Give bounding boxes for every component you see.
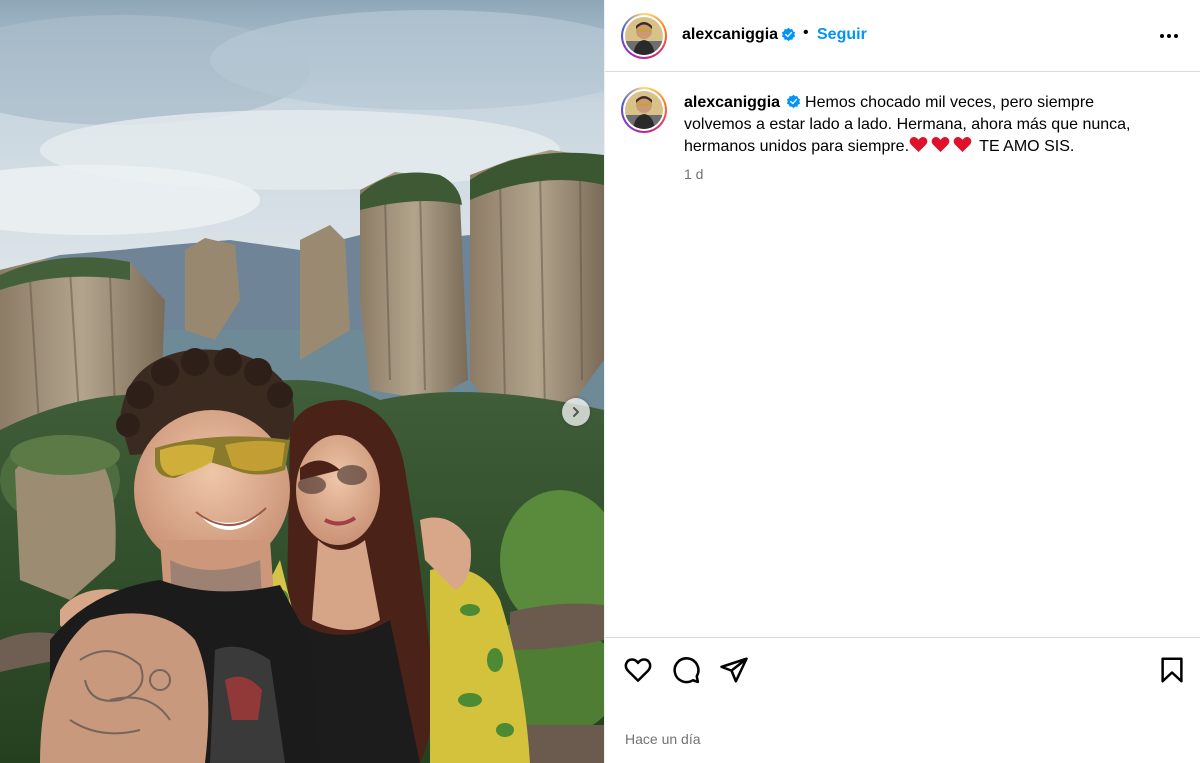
caption-suffix: TE AMO SIS. [979, 138, 1075, 155]
post-header: alexcaniggia • Seguir [605, 0, 1200, 72]
red-heart-emoji-icon [909, 137, 928, 153]
post-image [0, 0, 604, 763]
next-photo-button[interactable] [562, 398, 590, 426]
more-options-icon[interactable] [1157, 24, 1181, 48]
post-author-username[interactable]: alexcaniggia [682, 26, 778, 44]
post-side-panel: alexcaniggia • Seguir alexcaniggia Hemos… [604, 0, 1200, 763]
post-photo[interactable] [0, 0, 604, 763]
caption-avatar[interactable] [621, 87, 667, 133]
chevron-right-icon [573, 407, 579, 417]
caption-timestamp[interactable]: 1 d [684, 166, 703, 182]
follow-button[interactable]: Seguir [817, 26, 867, 44]
red-heart-emoji-icon [931, 137, 950, 153]
post-caption: alexcaniggia Hemos chocado mil veces, per… [684, 92, 1164, 158]
red-heart-emoji-icon [953, 137, 972, 153]
avatar-image [625, 91, 663, 129]
caption-username[interactable]: alexcaniggia [684, 94, 780, 111]
comment-icon[interactable] [671, 655, 701, 685]
verified-badge-icon [781, 27, 796, 42]
avatar-image [625, 17, 663, 55]
avatar[interactable] [621, 13, 667, 59]
paper-plane-icon[interactable] [719, 655, 749, 685]
action-bar: Hace un día [605, 637, 1200, 763]
separator-dot: • [803, 24, 809, 41]
bookmark-icon[interactable] [1157, 655, 1187, 685]
heart-icon[interactable] [623, 655, 653, 685]
post-date[interactable]: Hace un día [625, 731, 701, 747]
verified-badge-icon [786, 94, 801, 109]
